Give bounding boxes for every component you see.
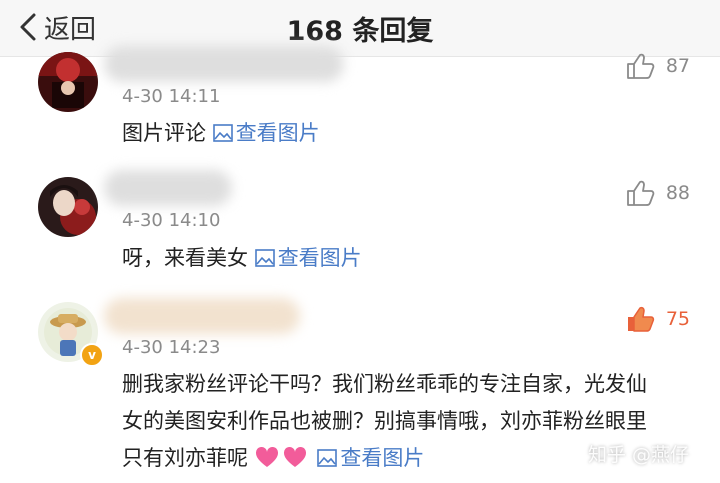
thumbs-up-icon [626,180,655,206]
avatar[interactable] [38,52,98,112]
comment-body: 删我家粉丝评论干吗？我们粉丝乖乖的专注自家，光发仙女的美图安利作品也被删？别搞事… [122,366,662,477]
thumbs-up-icon [626,53,655,79]
view-image-label: 查看图片 [235,121,320,145]
comment-text: 呀，来看美女 [122,246,248,270]
thumbs-up-icon [627,306,654,332]
comment-time: 4-30 14:23 [122,337,221,358]
avatar[interactable] [38,177,98,237]
navigation-bar: 返回 168 条回复 [0,0,720,57]
page-title: 168 条回复 [286,16,434,47]
comment-time: 4-30 14:10 [122,210,221,231]
username-blurred[interactable] [104,46,344,82]
username-blurred[interactable] [104,170,232,206]
avatar-image [38,177,98,237]
watermark: 知乎 @燕仔 [588,444,690,466]
image-icon [254,249,275,267]
like-count: 88 [665,182,690,204]
comment-body: 呀，来看美女 查看图片 [122,242,662,274]
heart-icon [255,447,278,467]
view-image-label: 查看图片 [277,246,362,270]
username-blurred[interactable] [104,298,300,334]
heart-icon [283,447,306,467]
like-count: 75 [665,308,690,330]
comment-text: 图片评论 [122,121,206,145]
view-image-link[interactable]: 查看图片 [254,246,362,270]
image-icon [317,449,338,467]
comment-body: 图片评论 查看图片 [122,117,662,149]
view-image-label: 查看图片 [340,446,425,470]
verified-badge: v [80,343,104,367]
like-button[interactable]: 75 [626,305,690,333]
like-count: 87 [665,55,690,77]
view-image-link[interactable]: 查看图片 [212,121,320,145]
image-icon [212,124,233,142]
avatar-image [38,52,98,112]
like-button[interactable]: 87 [626,52,690,80]
like-button[interactable]: 88 [626,179,690,207]
comment-time: 4-30 14:11 [122,86,221,107]
view-image-link[interactable]: 查看图片 [317,446,424,470]
